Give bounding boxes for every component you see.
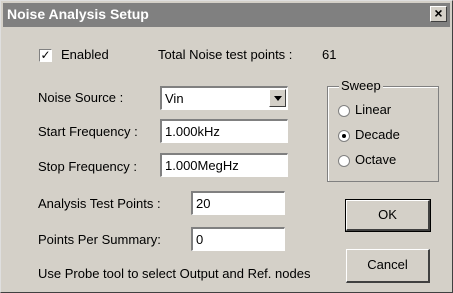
points-per-summary-input[interactable]: 0 <box>191 227 285 251</box>
stop-frequency-value: 1.000MegHz <box>165 158 239 173</box>
sweep-option-decade[interactable]: Decade <box>355 127 400 142</box>
enabled-checkbox[interactable]: ✓ <box>39 48 52 62</box>
ok-button-label: OK <box>378 207 397 222</box>
points-per-summary-label: Points Per Summary: <box>38 232 161 247</box>
probe-hint-text: Use Probe tool to select Output and Ref.… <box>38 266 311 281</box>
stop-frequency-label: Stop Frequency : <box>38 159 137 174</box>
window-title: Noise Analysis Setup <box>7 6 149 22</box>
enabled-label: Enabled <box>61 47 109 62</box>
noise-source-label: Noise Source : <box>38 90 124 105</box>
close-button[interactable]: × <box>430 5 447 22</box>
title-bar[interactable]: Noise Analysis Setup × <box>3 3 450 27</box>
sweep-radio-octave[interactable] <box>338 155 350 167</box>
chevron-down-icon[interactable] <box>269 89 286 107</box>
start-frequency-label: Start Frequency : <box>38 124 138 139</box>
sweep-option-octave[interactable]: Octave <box>355 152 396 167</box>
noise-analysis-dialog: Noise Analysis Setup × ✓ Enabled Total N… <box>0 0 453 293</box>
checkmark-icon: ✓ <box>40 48 51 62</box>
noise-source-value: Vin <box>165 91 184 106</box>
analysis-test-points-value: 20 <box>196 196 211 211</box>
start-frequency-value: 1.000kHz <box>165 124 220 139</box>
stop-frequency-input[interactable]: 1.000MegHz <box>160 153 288 177</box>
sweep-radio-linear[interactable] <box>338 105 350 117</box>
points-per-summary-value: 0 <box>196 232 204 247</box>
analysis-test-points-input[interactable]: 20 <box>191 191 285 215</box>
noise-source-select[interactable]: Vin <box>160 86 288 110</box>
analysis-test-points-label: Analysis Test Points : <box>38 196 161 211</box>
cancel-button[interactable]: Cancel <box>346 249 430 283</box>
sweep-radio-decade[interactable] <box>338 130 350 142</box>
total-points-label: Total Noise test points : <box>158 47 293 62</box>
cancel-button-label: Cancel <box>367 257 408 272</box>
close-icon: × <box>434 5 443 21</box>
sweep-option-linear[interactable]: Linear <box>355 102 391 117</box>
total-points-value: 61 <box>322 47 337 62</box>
ok-button[interactable]: OK <box>345 199 431 232</box>
start-frequency-input[interactable]: 1.000kHz <box>160 119 288 143</box>
sweep-title: Sweep <box>339 78 383 93</box>
